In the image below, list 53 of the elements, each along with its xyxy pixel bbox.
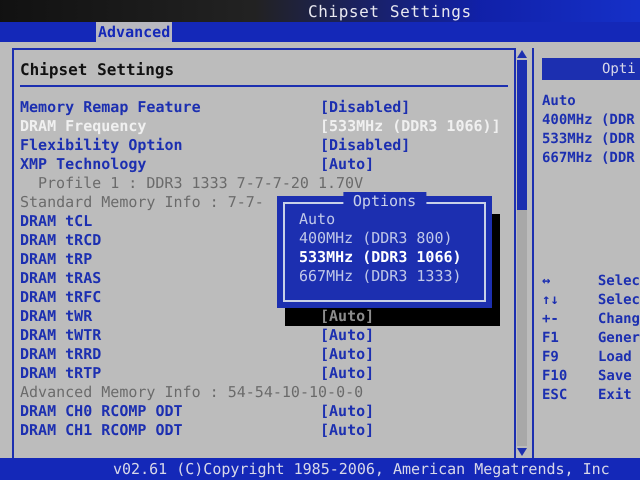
- key-action: Gener: [598, 329, 640, 348]
- info-text: Advanced Memory Info : 54-54-10-10-0-0: [20, 382, 364, 400]
- key-label: +-: [542, 310, 560, 329]
- setting-value[interactable]: [Auto]: [320, 344, 374, 362]
- key-label: F1: [542, 329, 560, 348]
- scroll-down-icon[interactable]: [517, 448, 527, 456]
- setting-value[interactable]: [Disabled]: [320, 98, 410, 116]
- copyright-text: v02.61 (C)Copyright 1985-2006, American Megatrends, Inc: [113, 460, 610, 478]
- help-option: Auto: [542, 92, 640, 111]
- scroll-up-icon[interactable]: [517, 50, 527, 58]
- help-option: 667MHz (DDR: [542, 149, 640, 168]
- setting-value[interactable]: [Auto]: [320, 326, 374, 344]
- help-title: Opti: [542, 58, 640, 80]
- help-option: 400MHz (DDR: [542, 111, 640, 130]
- setting-value[interactable]: [Auto]: [320, 154, 374, 172]
- help-option: 533MHz (DDR: [542, 130, 640, 149]
- key-action: Load: [598, 348, 632, 367]
- key-label: F9: [542, 348, 560, 367]
- setting-label[interactable]: DRAM tWTR: [20, 326, 320, 344]
- popup-title: Options: [342, 192, 426, 210]
- key-label: ↑↓: [542, 291, 560, 310]
- setting-value[interactable]: [Auto]: [320, 402, 374, 420]
- setting-value[interactable]: [Auto]: [320, 364, 374, 382]
- setting-value[interactable]: [Auto]: [320, 420, 374, 438]
- info-text: Standard Memory Info : 7-7-: [20, 192, 264, 210]
- option-item[interactable]: 667MHz (DDR3 1333): [299, 267, 484, 286]
- menu-tab[interactable]: Advanced: [96, 22, 172, 42]
- setting-label[interactable]: DRAM tRRD: [20, 344, 320, 362]
- option-item[interactable]: 400MHz (DDR3 800): [299, 229, 484, 248]
- screen-title: Chipset Settings: [308, 2, 472, 20]
- info-text: Profile 1 : DDR3 1333 7-7-7-20 1.70V: [37, 174, 364, 192]
- key-action: Exit: [598, 386, 632, 405]
- setting-label[interactable]: DRAM tRTP: [20, 364, 320, 382]
- key-action: Selec: [598, 291, 640, 310]
- setting-label[interactable]: DRAM CH0 RCOMP ODT: [20, 402, 320, 420]
- key-label: ESC: [542, 386, 568, 405]
- setting-label[interactable]: Flexibility Option: [20, 136, 320, 154]
- key-action: Selec: [598, 272, 640, 291]
- setting-label[interactable]: Memory Remap Feature: [20, 98, 320, 116]
- setting-label[interactable]: XMP Technology: [20, 154, 320, 172]
- setting-label[interactable]: DRAM CH1 RCOMP ODT: [20, 420, 320, 438]
- option-item[interactable]: 533MHz (DDR3 1066): [299, 248, 484, 267]
- setting-value[interactable]: [Disabled]: [320, 136, 410, 154]
- setting-value[interactable]: [Auto]: [320, 306, 374, 324]
- key-label: ↔: [542, 272, 552, 291]
- scroll-thumb[interactable]: [517, 60, 527, 210]
- setting-label[interactable]: DRAM tWR: [20, 306, 320, 324]
- key-action: Chang: [598, 310, 640, 329]
- panel-title: Chipset Settings: [20, 59, 176, 81]
- option-item[interactable]: Auto: [299, 210, 484, 229]
- key-label: F10: [542, 367, 568, 386]
- key-action: Save: [598, 367, 632, 386]
- scrollbar[interactable]: [516, 48, 528, 458]
